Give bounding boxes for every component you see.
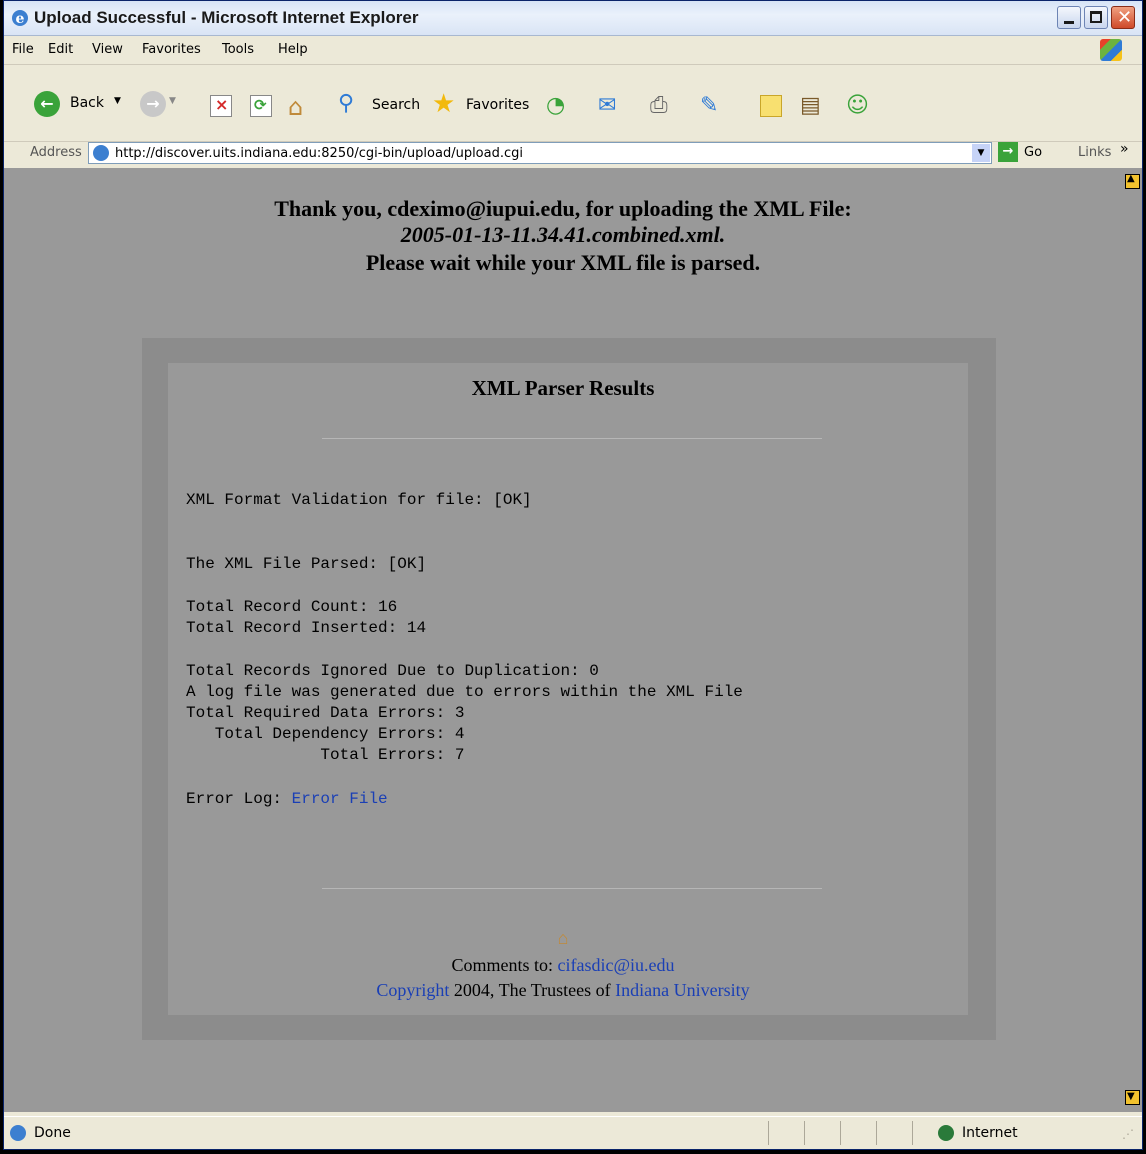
divider [322,888,822,889]
go-label: Go [1024,145,1043,160]
required-errors-line: Total Required Data Errors: 3 [186,704,465,722]
dependency-errors-line: Total Dependency Errors: 4 [186,725,465,743]
menu-bar: File Edit View Favorites Tools Help [4,36,1142,65]
ie-logo-icon: e [12,10,28,27]
edit-icon[interactable]: ✎ [700,93,718,118]
university-link[interactable]: Indiana University [615,980,749,1000]
results-title: XML Parser Results [471,376,655,400]
page-icon [93,145,109,161]
error-log-line: Error Log: Error File [186,790,388,808]
maximize-button[interactable] [1084,6,1108,29]
close-icon: ✕ [1117,7,1133,28]
scroll-up-button[interactable]: ▲ [1125,173,1140,189]
chevron-down-icon: ▼ [169,96,176,106]
log-note-line: A log file was generated due to errors w… [186,683,743,701]
print-icon[interactable]: ⎙ [650,93,668,118]
vertical-scrollbar[interactable]: ▲ ▼ [1122,168,1142,1112]
footer-home: ⌂ [4,928,1122,949]
copyright-text: 2004, The Trustees of [449,980,616,1000]
ignored-line: Total Records Ignored Due to Duplication… [186,662,599,680]
page-content: Thank you, cdeximo@iupui.edu, for upload… [4,168,1122,1112]
chevron-down-icon: ▼ [1127,1091,1135,1102]
back-label: Back [70,95,104,111]
search-icon: ⚲ [338,91,355,116]
chevron-up-icon: ▲ [1127,173,1135,184]
zone-text: Internet [962,1125,1018,1141]
messenger-icon[interactable]: ☺ [846,93,869,118]
research-icon[interactable]: ▤ [800,93,821,118]
minimize-button[interactable] [1057,6,1081,29]
svg-text:e: e [16,11,25,27]
refresh-icon: ⟳ [254,96,267,114]
home-button[interactable]: ⌂ [288,93,318,121]
copyright-line: Copyright 2004, The Trustees of Indiana … [4,980,1122,1001]
address-label: Address [30,145,82,160]
wait-line: Please wait while your XML file is parse… [365,250,761,275]
favorites-label: Favorites [466,97,530,113]
go-arrow-icon: → [998,142,1018,162]
go-button[interactable]: → Go [998,142,1048,164]
menu-edit[interactable]: Edit [48,42,73,57]
links-label[interactable]: Links [1078,145,1111,160]
favorites-button[interactable]: ★ Favorites [432,89,532,119]
comments-line: Comments to: cifasdic@iu.edu [4,955,1122,976]
chevron-down-icon: ▼ [114,96,121,106]
parsed-line: The XML File Parsed: [OK] [186,555,427,573]
menu-favorites[interactable]: Favorites [142,42,201,57]
uploaded-file-name: 2005-01-13-11.34.41.combined.xml. [400,222,726,247]
copyright-link[interactable]: Copyright [376,980,449,1000]
forward-arrow-icon: → [140,91,166,117]
standard-toolbar: ← Back ▼ → ▼ × ⟳ ⌂ ⚲ Search ★ Favorites … [4,65,1142,142]
back-arrow-icon: ← [34,91,60,117]
comments-email-link[interactable]: cifasdic@iu.edu [557,955,674,975]
divider [322,438,822,439]
address-input[interactable]: http://discover.uits.indiana.edu:8250/cg… [88,142,992,164]
search-label: Search [372,97,421,113]
search-button[interactable]: ⚲ Search [338,91,422,119]
thanks-line: Thank you, cdeximo@iupui.edu, for upload… [274,196,852,221]
error-log-label: Error Log: [186,790,292,808]
status-bar: Done Internet ⋰ [4,1116,1142,1149]
record-count-line: Total Record Count: 16 [186,598,398,616]
browser-window: e Upload Successful - Microsoft Internet… [3,0,1143,1150]
windows-logo-icon [1100,39,1122,61]
address-url: http://discover.uits.indiana.edu:8250/cg… [115,146,524,161]
comments-label: Comments to: [451,955,558,975]
scroll-down-button[interactable]: ▼ [1125,1090,1140,1105]
back-button[interactable]: ← Back ▼ [34,91,124,119]
note-icon[interactable] [760,95,782,117]
validation-line: XML Format Validation for file: [OK] [186,491,532,509]
stop-icon: × [215,95,229,114]
mail-icon[interactable]: ✉ [598,93,616,118]
address-bar: Address http://discover.uits.indiana.edu… [4,141,1142,167]
forward-button[interactable]: → ▼ [140,91,176,119]
home-icon: ⌂ [288,93,304,121]
window-title: Upload Successful - Microsoft Internet E… [34,8,419,27]
page-done-icon [10,1125,26,1141]
history-icon[interactable]: ◔ [546,93,565,118]
star-icon: ★ [432,89,456,119]
globe-icon [938,1125,954,1141]
resize-grip-icon[interactable]: ⋰ [1122,1127,1134,1141]
total-errors-line: Total Errors: 7 [186,746,465,764]
address-dropdown-button[interactable]: ▼ [972,144,990,162]
stop-button[interactable]: × [210,95,232,117]
chevron-right-icon[interactable]: » [1120,141,1129,157]
menu-help[interactable]: Help [278,42,308,57]
status-text: Done [34,1125,71,1141]
home-icon[interactable]: ⌂ [558,928,569,948]
menu-tools[interactable]: Tools [222,42,254,57]
close-button[interactable]: ✕ [1111,6,1135,29]
refresh-button[interactable]: ⟳ [250,95,272,117]
error-file-link[interactable]: Error File [292,790,388,808]
record-inserted-line: Total Record Inserted: 14 [186,619,427,637]
title-bar: e Upload Successful - Microsoft Internet… [4,1,1142,36]
menu-file[interactable]: File [12,42,34,57]
menu-view[interactable]: View [92,42,123,57]
